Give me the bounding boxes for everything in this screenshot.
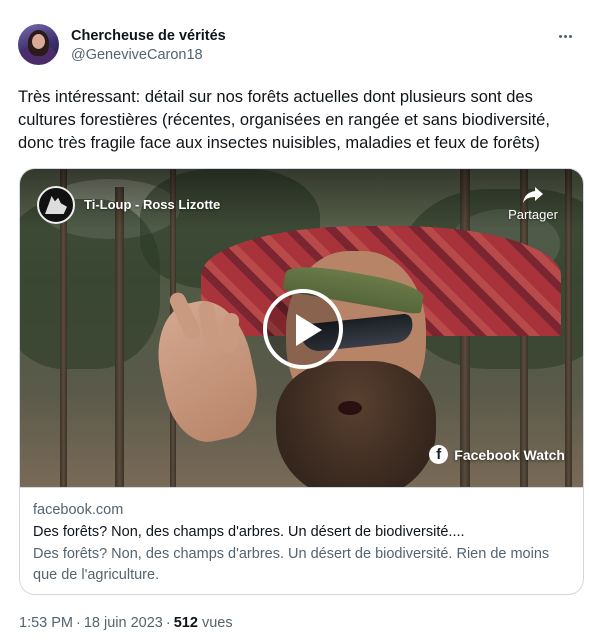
tweet-time[interactable]: 1:53 PM [19,615,73,631]
tweet-meta: 1:53 PM · 18 juin 2023 · 512 vues [19,613,233,633]
tweet-text: Très intéressant: détail sur nos forêts … [18,88,550,152]
card-description: Des forêts? Non, des champs d'arbres. Un… [33,546,550,583]
author-names: Chercheuse de vérités @GeneviveCaron18 [71,27,226,65]
share-arrow-icon [523,187,543,203]
card-domain: facebook.com [33,502,124,518]
user-handle[interactable]: @GeneviveCaron18 [71,45,226,65]
more-dot [563,34,567,38]
wolf-logo-icon[interactable] [37,186,75,224]
card-info[interactable]: facebook.com Des forêts? Non, des champs… [20,487,583,594]
play-icon[interactable] [263,289,343,369]
tweet-date[interactable]: 18 juin 2023 [84,615,163,631]
tweet: Chercheuse de vérités @GeneviveCaron18 T… [0,0,589,642]
link-card[interactable]: Ti-Loup - Ross Lizotte Partager f Facebo… [19,168,584,595]
avatar-face [32,34,45,49]
facebook-watch-link[interactable]: f Facebook Watch [429,445,565,464]
share-label: Partager [508,207,558,222]
more-dot [558,34,562,38]
video-overlay: Ti-Loup - Ross Lizotte Partager f Facebo… [20,169,583,487]
more-options-icon[interactable] [554,26,576,46]
card-title: Des forêts? Non, des champs d'arbres. Un… [33,524,465,540]
wolf-silhouette [45,196,67,214]
avatar[interactable] [18,24,59,65]
more-dot [568,34,572,38]
tweet-header: Chercheuse de vérités @GeneviveCaron18 [18,24,580,68]
display-name[interactable]: Chercheuse de vérités [71,27,226,45]
facebook-icon: f [429,445,449,464]
facebook-watch-label: Facebook Watch [454,446,565,463]
separator: · [76,615,81,631]
views-count: 512 [173,615,198,631]
share-button[interactable]: Partager [503,185,563,222]
views-label: vues [201,615,233,631]
video-player[interactable]: Ti-Loup - Ross Lizotte Partager f Facebo… [20,169,583,487]
separator: · [165,615,171,631]
channel-name[interactable]: Ti-Loup - Ross Lizotte [84,197,220,212]
